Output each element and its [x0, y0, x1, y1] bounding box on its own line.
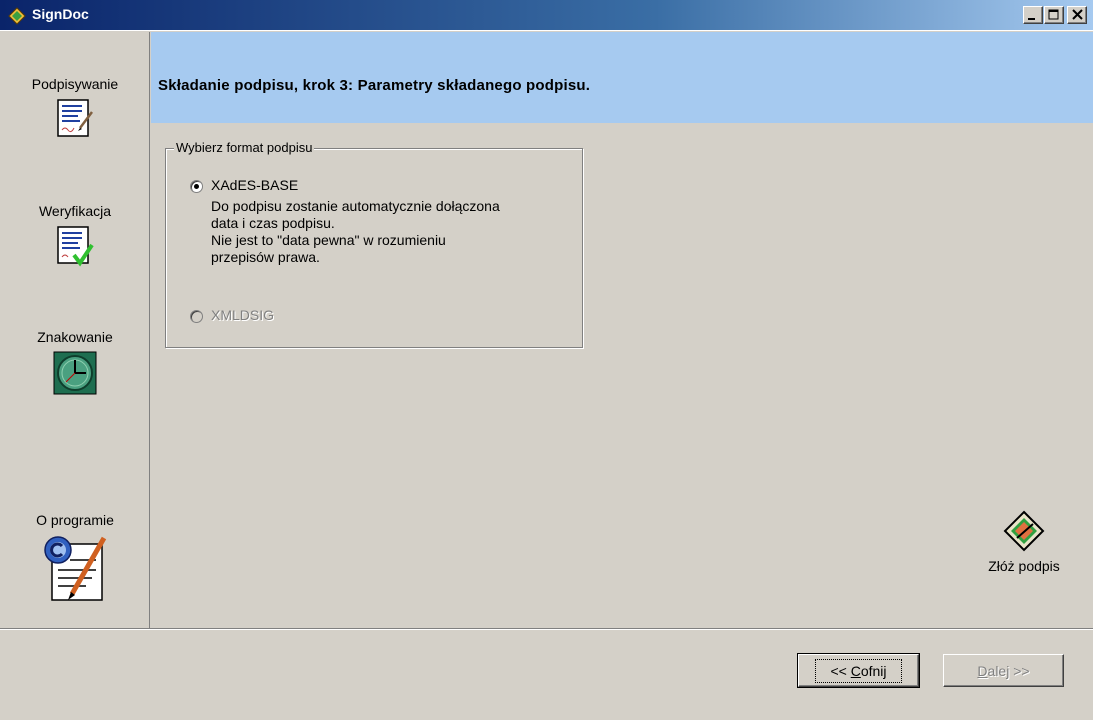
- minimize-button[interactable]: [1023, 6, 1043, 24]
- sidebar-item-znakowanie[interactable]: Znakowanie: [0, 329, 150, 395]
- sidebar-item-label: Znakowanie: [37, 329, 113, 345]
- sign-button[interactable]: Złóż podpis: [974, 510, 1074, 574]
- title-bar[interactable]: SignDoc: [0, 0, 1093, 31]
- page-title: Składanie podpisu, krok 3: Parametry skł…: [158, 77, 591, 94]
- step-header: Składanie podpisu, krok 3: Parametry skł…: [151, 32, 1093, 123]
- sidebar-item-weryfikacja[interactable]: Weryfikacja: [0, 203, 150, 267]
- clock-icon: [53, 351, 97, 395]
- description-line: data i czas podpisu.: [211, 215, 335, 231]
- sidebar-item-label: O programie: [36, 512, 114, 528]
- maximize-button[interactable]: [1044, 6, 1064, 24]
- radio-xmldsig: XMLDSIG: [190, 307, 274, 323]
- sign-label: Złóż podpis: [988, 558, 1060, 574]
- window-title: SignDoc: [32, 6, 89, 22]
- close-button[interactable]: [1067, 6, 1087, 24]
- back-accel: C: [850, 662, 861, 679]
- app-icon: [8, 7, 26, 25]
- next-rest: alej >>: [987, 662, 1030, 679]
- signature-format-group: Wybierz format podpisu XAdES-BASE Do pod…: [165, 140, 583, 348]
- sidebar: Podpisywanie Weryfikacja Znakowanie O pr…: [0, 32, 150, 628]
- sidebar-item-label: Podpisywanie: [31, 76, 119, 92]
- sidebar-item-podpisywanie[interactable]: Podpisywanie: [0, 76, 150, 138]
- sidebar-item-o-programie[interactable]: O programie: [0, 512, 150, 602]
- back-button-label: << Cofnij: [815, 658, 902, 683]
- description-line: przepisów prawa.: [211, 249, 320, 265]
- radio-label: XAdES-BASE: [211, 177, 299, 193]
- about-certificate-icon: [44, 536, 107, 601]
- next-accel: D: [977, 662, 988, 679]
- document-sign-icon: [57, 99, 93, 137]
- sidebar-item-label: Weryfikacja: [38, 203, 112, 219]
- next-button-label: Dalej >>: [977, 663, 1029, 679]
- description-line: Do podpisu zostanie automatycznie dołącz…: [211, 198, 500, 214]
- xades-description: Do podpisu zostanie automatycznie dołącz…: [211, 198, 581, 266]
- back-prefix: <<: [830, 662, 851, 679]
- radio-xades-base[interactable]: XAdES-BASE: [190, 177, 298, 193]
- radio-button: [190, 310, 203, 323]
- next-button: Dalej >>: [943, 654, 1064, 687]
- bottom-bar: << Cofnij Dalej >>: [0, 628, 1093, 720]
- group-legend: Wybierz format podpisu: [174, 140, 315, 155]
- radio-label: XMLDSIG: [211, 307, 275, 323]
- description-line: Nie jest to "data pewna" w rozumieniu: [211, 232, 446, 248]
- sign-diamond-icon: [1003, 510, 1045, 552]
- radio-button[interactable]: [190, 180, 203, 193]
- main-content: Wybierz format podpisu XAdES-BASE Do pod…: [151, 123, 1093, 628]
- back-button[interactable]: << Cofnij: [797, 653, 920, 688]
- back-rest: ofnij: [860, 662, 887, 679]
- document-verify-icon: [57, 226, 94, 267]
